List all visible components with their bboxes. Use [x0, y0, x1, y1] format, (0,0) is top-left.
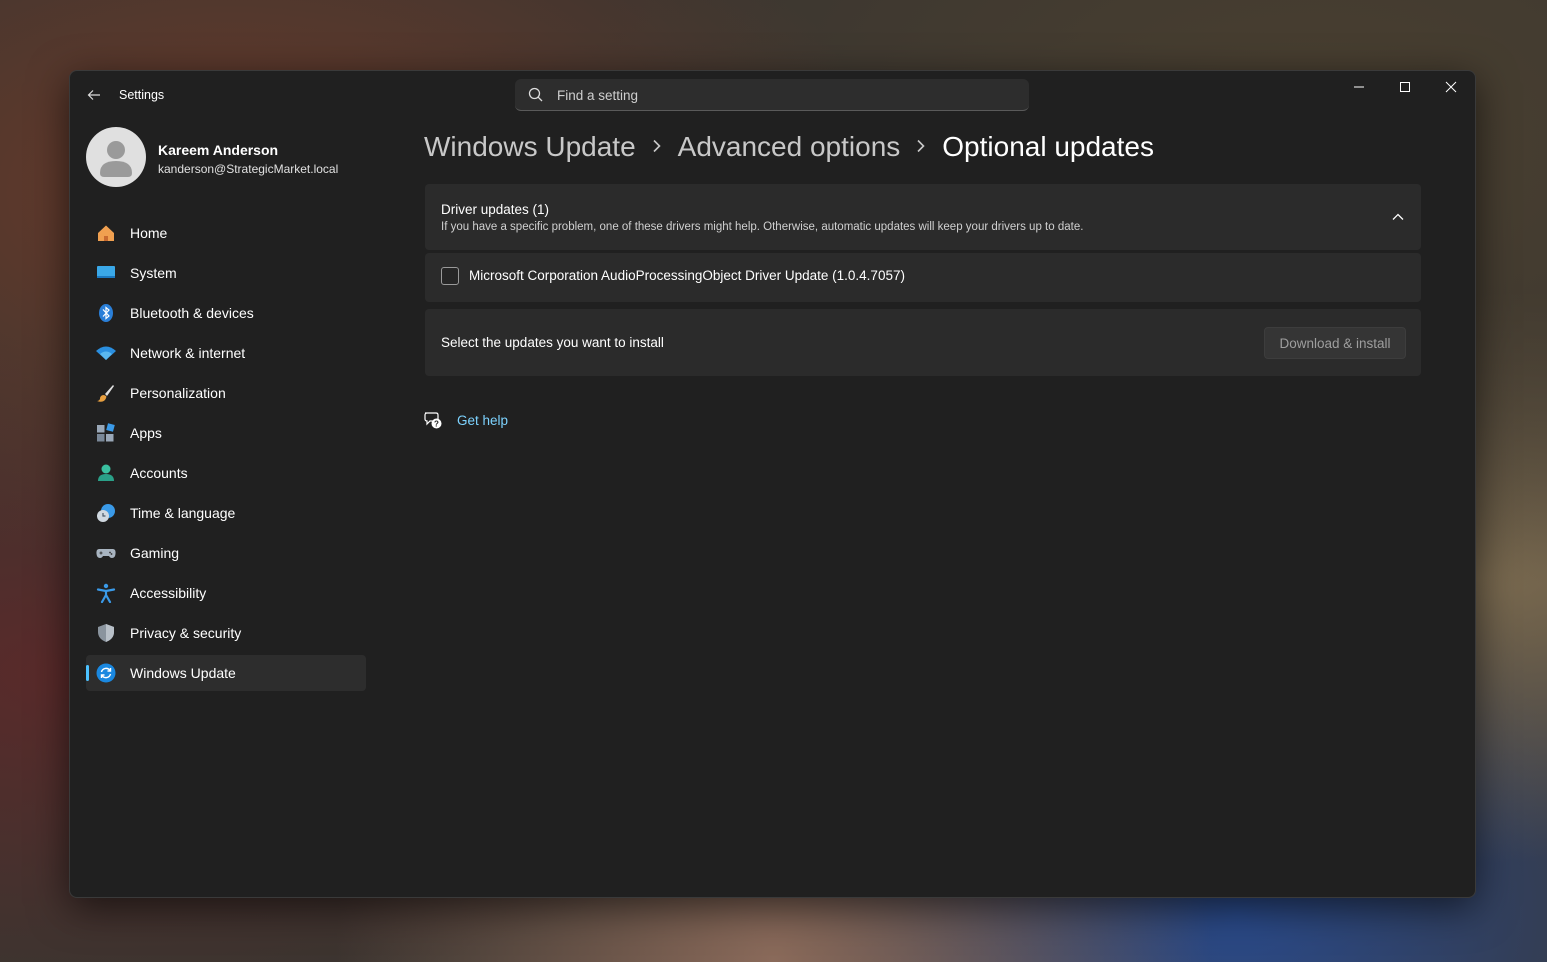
apps-icon	[96, 423, 116, 443]
breadcrumb-windows-update[interactable]: Windows Update	[424, 131, 636, 163]
avatar	[86, 127, 146, 187]
sidebar-item-label: Bluetooth & devices	[130, 305, 254, 321]
sidebar-item-bluetooth[interactable]: Bluetooth & devices	[86, 295, 366, 331]
sidebar-nav: Home System Bluetooth & devices Network …	[86, 215, 366, 695]
get-help-link[interactable]: Get help	[457, 413, 508, 428]
back-button[interactable]	[82, 83, 106, 107]
sidebar-item-label: System	[130, 265, 177, 281]
driver-updates-expander[interactable]: Driver updates (1) If you have a specifi…	[425, 184, 1421, 250]
driver-update-label: Microsoft Corporation AudioProcessingObj…	[469, 268, 905, 283]
sidebar-item-accessibility[interactable]: Accessibility	[86, 575, 366, 611]
page-title: Optional updates	[942, 131, 1154, 162]
system-icon	[96, 263, 116, 283]
sidebar-item-network[interactable]: Network & internet	[86, 335, 366, 371]
user-profile[interactable]: Kareem Anderson kanderson@StrategicMarke…	[86, 127, 376, 191]
sidebar-item-privacy[interactable]: Privacy & security	[86, 615, 366, 651]
settings-window: Settings Kareem Anderson kanderson@Strat…	[69, 70, 1476, 898]
sidebar-item-personalization[interactable]: Personalization	[86, 375, 366, 411]
sidebar-item-time-language[interactable]: Time & language	[86, 495, 366, 531]
brush-icon	[96, 383, 116, 403]
sidebar-item-label: Personalization	[130, 385, 226, 401]
accessibility-icon	[96, 583, 116, 603]
sidebar-item-system[interactable]: System	[86, 255, 366, 291]
sidebar-item-label: Privacy & security	[130, 625, 242, 641]
accounts-icon	[96, 463, 116, 483]
wifi-icon	[96, 343, 116, 363]
close-button[interactable]	[1428, 71, 1474, 103]
search-input[interactable]	[555, 79, 1019, 111]
maximize-button[interactable]	[1382, 71, 1428, 103]
help-chat-icon: ?	[424, 412, 442, 429]
back-arrow-icon	[87, 90, 100, 100]
sidebar-item-gaming[interactable]: Gaming	[86, 535, 366, 571]
driver-updates-title: Driver updates (1)	[441, 202, 550, 217]
sidebar-item-label: Network & internet	[130, 345, 246, 361]
sidebar-item-windows-update[interactable]: Windows Update	[86, 655, 366, 691]
app-title: Settings	[119, 88, 165, 102]
sidebar-item-home[interactable]: Home	[86, 215, 366, 251]
bluetooth-icon	[96, 303, 116, 323]
clock-globe-icon	[96, 503, 116, 523]
person-avatar-icon	[100, 141, 132, 177]
maximize-icon	[1400, 82, 1410, 92]
search-box[interactable]	[515, 79, 1029, 111]
install-panel: Select the updates you want to install D…	[425, 309, 1421, 376]
sidebar-item-label: Accessibility	[130, 585, 207, 601]
chevron-right-icon	[916, 136, 926, 159]
sidebar-item-label: Accounts	[130, 465, 188, 481]
chevron-right-icon	[652, 136, 662, 159]
driver-update-checkbox[interactable]	[441, 267, 459, 285]
sidebar-item-label: Time & language	[130, 505, 236, 521]
user-name: Kareem Anderson	[158, 142, 279, 158]
close-icon	[1445, 81, 1457, 93]
chevron-up-icon[interactable]	[1389, 208, 1407, 226]
minimize-button[interactable]	[1336, 71, 1382, 103]
gamepad-icon	[96, 543, 116, 563]
sidebar-item-label: Windows Update	[130, 665, 236, 681]
search-icon	[528, 87, 543, 102]
sidebar-item-label: Home	[130, 225, 168, 241]
sidebar-item-label: Apps	[130, 425, 162, 441]
sidebar-item-label: Gaming	[130, 545, 180, 561]
sidebar-item-apps[interactable]: Apps	[86, 415, 366, 451]
breadcrumb: Windows Update Advanced options Optional…	[424, 127, 1154, 167]
driver-update-item[interactable]: Microsoft Corporation AudioProcessingObj…	[425, 253, 1421, 302]
sidebar-item-accounts[interactable]: Accounts	[86, 455, 366, 491]
download-install-button[interactable]: Download & install	[1264, 327, 1406, 359]
minimize-icon	[1354, 86, 1364, 88]
user-email: kanderson@StrategicMarket.local	[158, 162, 339, 176]
driver-updates-description: If you have a specific problem, one of t…	[441, 221, 1084, 233]
svg-text:?: ?	[434, 420, 439, 429]
breadcrumb-advanced-options[interactable]: Advanced options	[678, 131, 901, 163]
install-prompt: Select the updates you want to install	[441, 335, 664, 350]
shield-icon	[96, 623, 116, 643]
update-icon	[96, 663, 116, 683]
get-help[interactable]: ? Get help	[423, 409, 508, 431]
title-bar: Settings	[70, 71, 1475, 119]
home-icon	[96, 223, 116, 243]
